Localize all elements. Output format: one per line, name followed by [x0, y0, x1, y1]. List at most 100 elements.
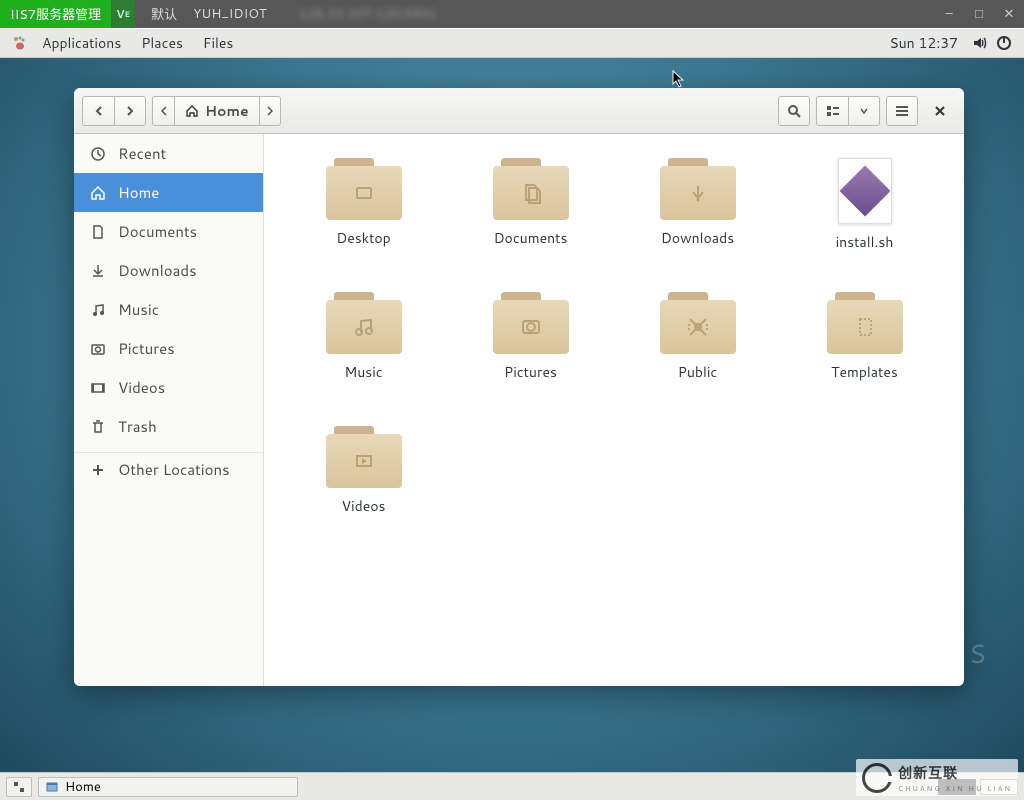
script-file-icon: [838, 158, 892, 224]
sidebar-item-home[interactable]: Home: [74, 173, 263, 212]
file-label: Downloads: [661, 228, 734, 248]
sidebar-item-other-locations[interactable]: Other Locations: [74, 452, 263, 489]
source-watermark: 创新互联 CHUANG XIN HU LIAN: [856, 759, 1018, 796]
chevron-down-icon: [860, 107, 868, 115]
file-item-documents[interactable]: Documents: [447, 158, 614, 292]
folder-icon: [827, 292, 903, 354]
folder-icon: [493, 158, 569, 220]
sidebar-item-videos[interactable]: Videos: [74, 368, 263, 407]
sidebar-item-downloads[interactable]: Downloads: [74, 251, 263, 290]
file-manager-icon: [45, 780, 59, 794]
folder-icon: [326, 426, 402, 488]
path-prev-button[interactable]: [152, 96, 174, 126]
window-close-button[interactable]: [924, 96, 956, 126]
folder-icon: [326, 292, 402, 354]
show-desktop-button[interactable]: [6, 777, 32, 797]
sidebar-item-label: Other Locations: [118, 459, 230, 480]
watermark-subtext: CHUANG XIN HU LIAN: [898, 784, 1012, 794]
vnc-server-badge: IIS7服务器管理: [0, 0, 111, 28]
sidebar-item-label: Trash: [118, 416, 157, 437]
file-grid[interactable]: Desktop Documents Downloads install.sh Music…: [264, 134, 964, 686]
music-icon: [90, 302, 106, 318]
file-item-pictures[interactable]: Pictures: [447, 292, 614, 426]
mouse-cursor-icon: [672, 70, 686, 88]
sidebar-item-documents[interactable]: Documents: [74, 212, 263, 251]
file-label: Pictures: [504, 362, 557, 382]
vnc-titlebar: IIS7服务器管理 VE 默认 YUH_IDIOT 128.23.107.120…: [0, 0, 1024, 28]
vnc-minimize-button[interactable]: –: [934, 0, 964, 28]
file-label: Documents: [494, 228, 568, 248]
path-bar: Home: [152, 96, 281, 126]
power-icon[interactable]: [992, 35, 1016, 51]
folder-icon: [660, 292, 736, 354]
search-icon: [787, 104, 801, 118]
forward-button[interactable]: [114, 96, 146, 126]
file-item-downloads[interactable]: Downloads: [614, 158, 781, 292]
path-segment-home[interactable]: Home: [174, 96, 259, 126]
file-label: Music: [344, 362, 382, 382]
close-icon: [934, 105, 946, 117]
path-home-label: Home: [205, 101, 249, 121]
gnome-top-panel: Applications Places Files Sun 12:37: [0, 28, 1024, 58]
sidebar-item-label: Videos: [118, 377, 165, 398]
file-item-templates[interactable]: Templates: [781, 292, 948, 426]
documents-icon: [90, 224, 106, 240]
folder-icon: [660, 158, 736, 220]
clock-icon: [90, 146, 106, 162]
vnc-default-label: 默认: [135, 4, 193, 24]
file-item-public[interactable]: Public: [614, 292, 781, 426]
sidebar-item-label: Recent: [118, 143, 166, 164]
file-label: Public: [678, 362, 718, 382]
pictures-icon: [90, 341, 106, 357]
watermark-logo-icon: [862, 763, 892, 793]
hamburger-menu-button[interactable]: [886, 96, 918, 126]
sidebar-item-label: Documents: [118, 221, 197, 242]
nav-back-forward: [82, 96, 146, 126]
search-button[interactable]: [778, 96, 810, 126]
volume-icon[interactable]: [968, 35, 992, 51]
sidebar-item-pictures[interactable]: Pictures: [74, 329, 263, 368]
menu-applications[interactable]: Applications: [32, 33, 131, 53]
path-next-button[interactable]: [259, 96, 281, 126]
vnc-session-name: YUH_IDIOT: [193, 5, 282, 23]
taskbar-entry-home[interactable]: Home: [38, 777, 298, 797]
vnc-maximize-button[interactable]: □: [964, 0, 994, 28]
menu-places[interactable]: Places: [131, 33, 193, 53]
sidebar-item-trash[interactable]: Trash: [74, 407, 263, 446]
hamburger-icon: [895, 105, 909, 117]
view-toggle-button[interactable]: [816, 96, 848, 126]
file-label: Videos: [341, 496, 385, 516]
sidebar-item-label: Music: [118, 299, 159, 320]
sidebar-item-label: Home: [118, 182, 159, 203]
vnc-obscured-address: 128.23.107.120:5901: [283, 5, 453, 23]
file-item-videos[interactable]: Videos: [280, 426, 447, 560]
view-options-button[interactable]: [848, 96, 880, 126]
vnc-logo: VE: [111, 0, 135, 28]
videos-icon: [90, 380, 106, 396]
taskbar-entry-label: Home: [65, 778, 101, 796]
gnome-foot-icon: [8, 35, 32, 51]
trash-icon: [90, 419, 106, 435]
file-label: Desktop: [336, 228, 390, 248]
sidebar-item-label: Pictures: [118, 338, 175, 359]
back-button[interactable]: [82, 96, 114, 126]
workspace-icon: [13, 781, 25, 793]
file-item-install-sh[interactable]: install.sh: [781, 158, 948, 292]
file-manager-window: Home: [74, 88, 964, 686]
file-item-desktop[interactable]: Desktop: [280, 158, 447, 292]
menu-files[interactable]: Files: [193, 33, 243, 53]
file-item-music[interactable]: Music: [280, 292, 447, 426]
home-icon: [90, 185, 106, 201]
sidebar-item-recent[interactable]: Recent: [74, 134, 263, 173]
folder-icon: [326, 158, 402, 220]
desktop-background[interactable]: T O S Home: [0, 58, 1024, 772]
file-label: Templates: [831, 362, 898, 382]
sidebar-item-label: Downloads: [118, 260, 197, 281]
panel-clock[interactable]: Sun 12:37: [879, 33, 968, 53]
home-icon: [185, 104, 199, 118]
list-view-icon: [826, 104, 840, 118]
sidebar-item-music[interactable]: Music: [74, 290, 263, 329]
downloads-icon: [90, 263, 106, 279]
folder-icon: [493, 292, 569, 354]
vnc-close-button[interactable]: ✕: [994, 0, 1024, 28]
